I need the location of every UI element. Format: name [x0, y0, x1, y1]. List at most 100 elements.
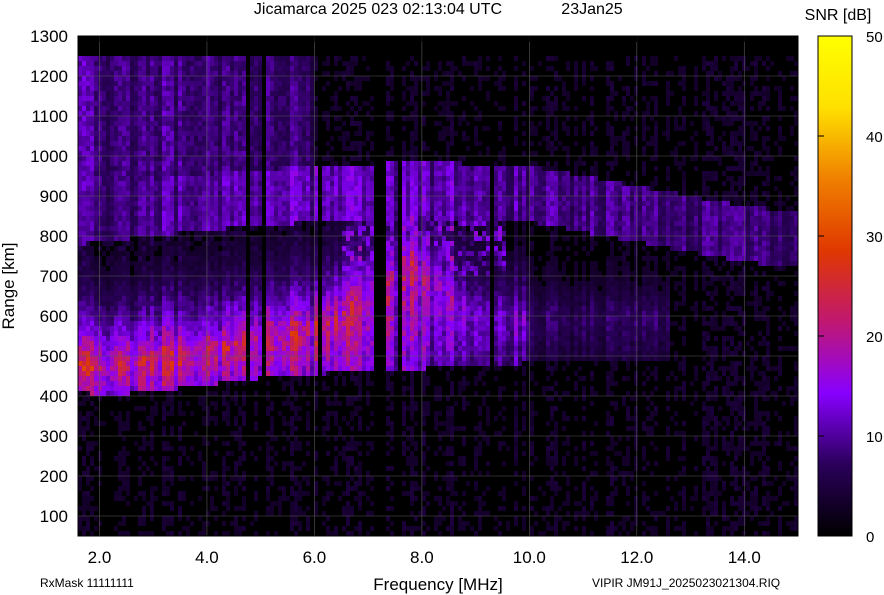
heatmap-cell	[178, 86, 182, 91]
heatmap-cell	[330, 231, 334, 236]
heatmap-cell	[206, 216, 210, 221]
heatmap-cell	[78, 296, 82, 301]
heatmap-cell	[106, 106, 110, 111]
heatmap-cell	[254, 321, 258, 326]
heatmap-cell	[266, 241, 270, 246]
heatmap-cell	[354, 186, 358, 191]
heatmap-cell	[310, 236, 314, 241]
heatmap-cell	[290, 186, 294, 191]
heatmap-cell	[254, 266, 258, 271]
heatmap-cell	[78, 226, 82, 231]
heatmap-cell	[286, 126, 290, 131]
heatmap-cell	[266, 506, 270, 511]
heatmap-cell	[110, 341, 114, 346]
heatmap-cell	[114, 176, 118, 181]
heatmap-cell	[254, 456, 258, 461]
heatmap-cell	[94, 331, 98, 336]
heatmap-cell	[310, 201, 314, 206]
heatmap-cell	[106, 341, 110, 346]
heatmap-cell	[134, 441, 138, 446]
heatmap-cell	[286, 76, 290, 81]
heatmap-cell	[342, 136, 346, 141]
heatmap-cell	[86, 321, 90, 326]
heatmap-cell	[94, 111, 98, 116]
heatmap-cell	[346, 191, 350, 196]
heatmap-cell	[310, 181, 314, 186]
heatmap-cell	[86, 386, 90, 391]
heatmap-cell	[186, 401, 190, 406]
heatmap-cell	[270, 371, 274, 376]
heatmap-cell	[122, 116, 126, 121]
heatmap-cell	[306, 306, 310, 311]
heatmap-cell	[238, 106, 242, 111]
heatmap-cell	[294, 481, 298, 486]
heatmap-cell	[266, 136, 270, 141]
heatmap-cell	[270, 136, 274, 141]
heatmap-cell	[82, 266, 86, 271]
heatmap-cell	[122, 101, 126, 106]
heatmap-cell	[294, 361, 298, 366]
heatmap-cell	[178, 511, 182, 516]
heatmap-cell	[162, 441, 166, 446]
heatmap-cell	[82, 261, 86, 266]
heatmap-cell	[282, 176, 286, 181]
heatmap-cell	[242, 361, 246, 366]
heatmap-cell	[170, 156, 174, 161]
heatmap-cell	[310, 296, 314, 301]
heatmap-cell	[334, 336, 338, 341]
heatmap-cell	[238, 406, 242, 411]
heatmap-cell	[250, 361, 254, 366]
heatmap-cell	[182, 266, 186, 271]
heatmap-cell	[266, 336, 270, 341]
heatmap-cell	[82, 286, 86, 291]
heatmap-cell	[242, 71, 246, 76]
heatmap-cell	[230, 176, 234, 181]
heatmap-cell	[270, 81, 274, 86]
heatmap-cell	[226, 276, 230, 281]
heatmap-cell	[78, 306, 82, 311]
heatmap-cell	[190, 186, 194, 191]
heatmap-cell	[210, 146, 214, 151]
heatmap-cell	[298, 191, 302, 196]
heatmap-cell	[170, 381, 174, 386]
heatmap-cell	[270, 361, 274, 366]
heatmap-cell	[154, 56, 158, 61]
heatmap-cell	[298, 496, 302, 501]
heatmap-cell	[234, 241, 238, 246]
heatmap-cell	[174, 151, 178, 156]
heatmap-cell	[242, 81, 246, 86]
heatmap-cell	[278, 106, 282, 111]
heatmap-cell	[282, 296, 286, 301]
heatmap-cell	[178, 371, 182, 376]
heatmap-cell	[342, 321, 346, 326]
heatmap-cell	[82, 491, 86, 496]
heatmap-cell	[110, 271, 114, 276]
heatmap-cell	[286, 176, 290, 181]
heatmap-cell	[266, 446, 270, 451]
heatmap-cell	[158, 346, 162, 351]
heatmap-cell	[138, 141, 142, 146]
heatmap-cell	[102, 76, 106, 81]
heatmap-cell	[170, 206, 174, 211]
heatmap-cell	[194, 166, 198, 171]
heatmap-cell	[270, 141, 274, 146]
heatmap-cell	[282, 431, 286, 436]
heatmap-cell	[238, 356, 242, 361]
heatmap-cell	[114, 201, 118, 206]
heatmap-cell	[290, 176, 294, 181]
heatmap-cell	[282, 256, 286, 261]
heatmap-cell	[222, 111, 226, 116]
heatmap-cell	[214, 126, 218, 131]
heatmap-cell	[86, 416, 90, 421]
heatmap-cell	[178, 121, 182, 126]
heatmap-cell	[86, 256, 90, 261]
heatmap-cell	[194, 81, 198, 86]
heatmap-cell	[110, 136, 114, 141]
heatmap-cell	[194, 126, 198, 131]
heatmap-cell	[202, 276, 206, 281]
heatmap-cell	[258, 171, 262, 176]
heatmap-cell	[254, 406, 258, 411]
heatmap-cell	[186, 86, 190, 91]
heatmap-cell	[302, 336, 306, 341]
heatmap-cell	[342, 261, 346, 266]
